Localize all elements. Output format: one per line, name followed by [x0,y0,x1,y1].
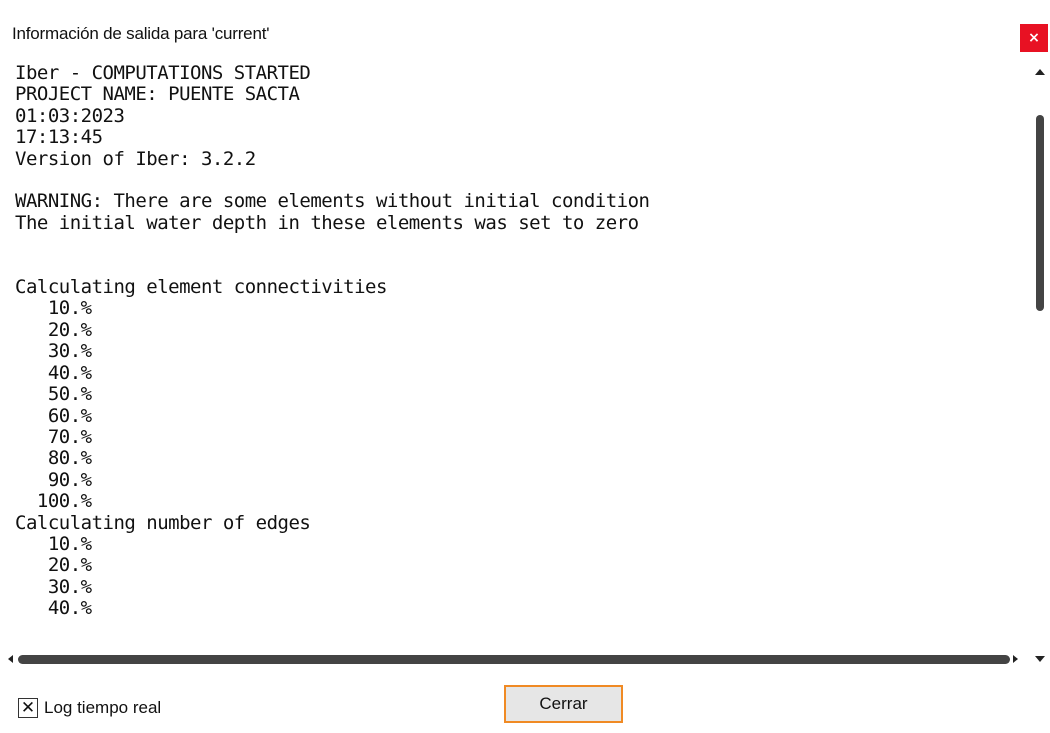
window-title: Información de salida para 'current' [12,24,270,43]
vertical-scrollbar[interactable] [1030,63,1050,662]
vertical-scroll-thumb[interactable] [1036,115,1044,311]
scroll-left-arrow-icon[interactable] [8,655,13,663]
close-window-button[interactable]: × [1020,24,1048,52]
realtime-log-option[interactable]: ✕ Log tiempo real [18,696,161,720]
realtime-log-checkbox[interactable]: ✕ [18,698,38,718]
scroll-up-arrow-icon[interactable] [1035,69,1045,75]
horizontal-scrollbar[interactable] [8,651,1018,667]
scroll-down-arrow-icon[interactable] [1035,656,1045,662]
close-icon: × [1028,30,1040,46]
log-text: Iber - COMPUTATIONS STARTED PROJECT NAME… [15,63,650,620]
title-bar: Información de salida para 'current' × [0,0,1050,60]
realtime-log-label: Log tiempo real [44,698,162,717]
close-button[interactable]: Cerrar [504,685,623,723]
horizontal-scroll-thumb[interactable] [18,655,1010,664]
log-output-area[interactable]: Iber - COMPUTATIONS STARTED PROJECT NAME… [8,63,1024,645]
checkmark-icon: ✕ [20,698,36,718]
scroll-right-arrow-icon[interactable] [1013,655,1018,663]
